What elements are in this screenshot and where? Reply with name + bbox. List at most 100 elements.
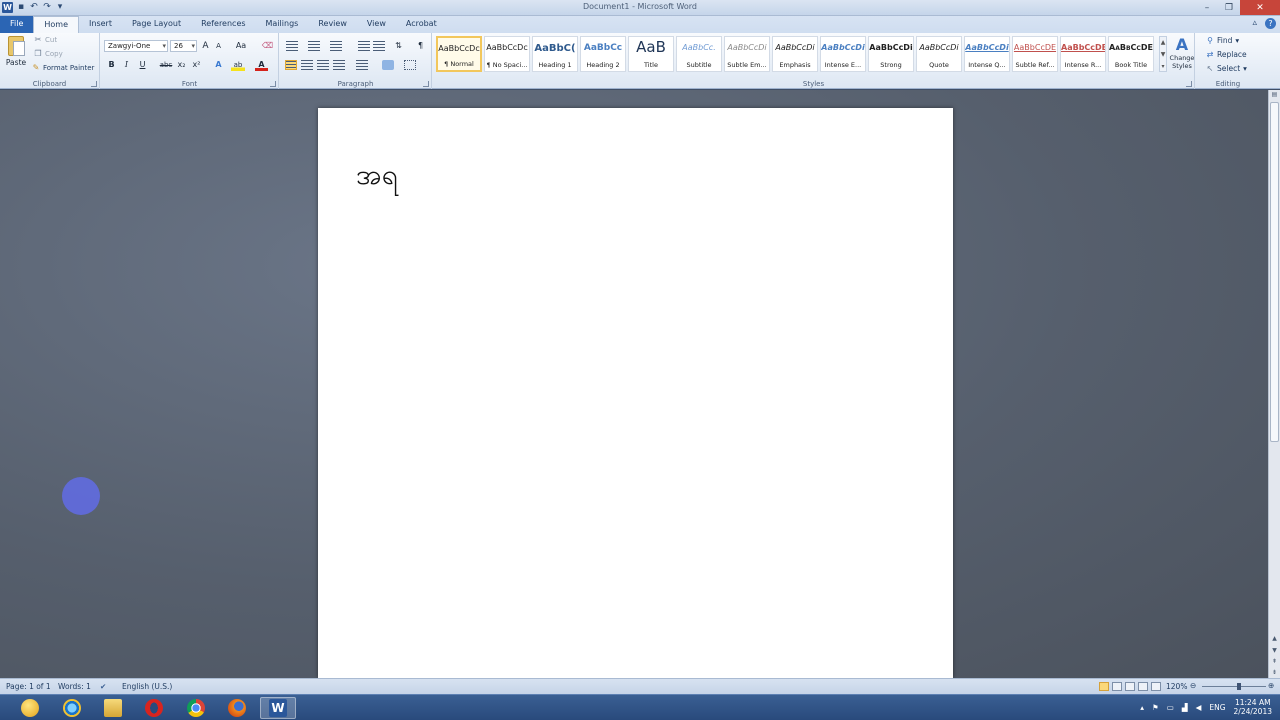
- change-case-button[interactable]: Aa: [233, 40, 249, 52]
- zoom-level[interactable]: 120%: [1166, 682, 1187, 691]
- word-count[interactable]: Words: 1: [58, 682, 91, 691]
- style-book-title[interactable]: AaBbCcDE Book Title: [1108, 36, 1154, 72]
- help-icon[interactable]: ?: [1265, 18, 1276, 29]
- minimize-ribbon-icon[interactable]: ▵: [1252, 18, 1257, 29]
- zoom-out-icon[interactable]: ⊖: [1190, 681, 1196, 690]
- italic-button[interactable]: I: [120, 59, 133, 71]
- web-layout-view-icon[interactable]: [1125, 682, 1135, 691]
- style-subtle-emphasis[interactable]: AaBbCcDi Subtle Em...: [724, 36, 770, 72]
- find-button[interactable]: ⚲ Find ▾: [1206, 36, 1239, 45]
- scrollbar-thumb[interactable]: [1270, 102, 1279, 442]
- tab-file[interactable]: File: [0, 16, 34, 33]
- network-signal-icon[interactable]: ▟: [1182, 703, 1188, 712]
- shrink-font-button[interactable]: A: [212, 40, 225, 52]
- maximize-button[interactable]: ❐: [1218, 0, 1240, 15]
- numbering-icon[interactable]: [308, 41, 320, 51]
- style-subtitle[interactable]: AaBbCc. Subtitle: [676, 36, 722, 72]
- language-indicator[interactable]: English (U.S.): [122, 682, 172, 691]
- style-quote[interactable]: AaBbCcDi Quote: [916, 36, 962, 72]
- format-painter-button[interactable]: ✎ Format Painter: [32, 64, 95, 73]
- tab-page-layout[interactable]: Page Layout: [122, 16, 191, 33]
- volume-icon[interactable]: ◀: [1196, 703, 1202, 712]
- bold-button[interactable]: B: [105, 59, 118, 71]
- monitor-icon[interactable]: ▭: [1167, 703, 1174, 712]
- proofing-icon[interactable]: ✔: [100, 682, 106, 691]
- align-left-icon[interactable]: [285, 60, 297, 70]
- clear-formatting-icon[interactable]: ⌫: [261, 40, 274, 52]
- clock[interactable]: 11:24 AM 2/24/2013: [1234, 698, 1272, 716]
- document-page[interactable]: အရ: [318, 108, 953, 678]
- page-count[interactable]: Page: 1 of 1: [6, 682, 51, 691]
- paste-button[interactable]: Paste: [4, 36, 28, 76]
- font-size-combo[interactable]: 26: [170, 40, 197, 52]
- print-layout-view-icon[interactable]: [1099, 682, 1109, 691]
- style-emphasis[interactable]: AaBbCcDi Emphasis: [772, 36, 818, 72]
- style-heading-2[interactable]: AaBbCc Heading 2: [580, 36, 626, 72]
- strikethrough-button[interactable]: abc: [158, 59, 174, 71]
- tab-home[interactable]: Home: [33, 16, 80, 33]
- draft-view-icon[interactable]: [1151, 682, 1161, 691]
- bullets-icon[interactable]: [286, 41, 298, 51]
- select-button[interactable]: ↖ Select ▾: [1206, 64, 1247, 73]
- style-heading-1[interactable]: AaBbC( Heading 1: [532, 36, 578, 72]
- decrease-indent-icon[interactable]: [358, 41, 370, 51]
- scroll-up-icon[interactable]: ▲: [1269, 634, 1280, 644]
- minimize-button[interactable]: –: [1196, 0, 1218, 15]
- show-formatting-button[interactable]: ¶: [414, 40, 427, 52]
- tab-references[interactable]: References: [191, 16, 255, 33]
- style-gallery-scroll[interactable]: ▲ ▼ ▾: [1159, 36, 1167, 72]
- sort-icon[interactable]: ⇅: [392, 40, 405, 52]
- style-subtle-reference[interactable]: AaBbCcDE Subtle Ref...: [1012, 36, 1058, 72]
- zoom-in-icon[interactable]: ⊕: [1268, 681, 1274, 690]
- ruler-toggle-icon[interactable]: ▤: [1269, 90, 1280, 100]
- paragraph-dialog-launcher-icon[interactable]: [423, 81, 429, 87]
- grow-font-button[interactable]: A: [199, 40, 212, 52]
- shading-icon[interactable]: [382, 60, 394, 70]
- chevron-down-icon[interactable]: ▼: [1160, 49, 1166, 61]
- align-right-icon[interactable]: [317, 60, 329, 70]
- style-intense-reference[interactable]: AaBbCcDE Intense R...: [1060, 36, 1106, 72]
- tab-acrobat[interactable]: Acrobat: [396, 16, 447, 33]
- multilevel-list-icon[interactable]: [330, 41, 342, 51]
- tab-view[interactable]: View: [357, 16, 396, 33]
- tab-insert[interactable]: Insert: [79, 16, 122, 33]
- subscript-button[interactable]: x₂: [175, 59, 188, 71]
- scroll-down-icon[interactable]: ▼: [1269, 646, 1280, 656]
- style-no-spacing[interactable]: AaBbCcDc ¶ No Spaci...: [484, 36, 530, 72]
- styles-dialog-launcher-icon[interactable]: [1186, 81, 1192, 87]
- font-name-combo[interactable]: Zawgyi-One: [104, 40, 168, 52]
- copy-button[interactable]: ❐ Copy: [34, 50, 62, 59]
- taskbar-messenger[interactable]: [12, 697, 48, 719]
- underline-button[interactable]: U: [136, 59, 149, 71]
- replace-button[interactable]: ⇄ Replace: [1206, 50, 1247, 59]
- font-color-button[interactable]: A: [255, 59, 268, 71]
- justify-icon[interactable]: [333, 60, 345, 70]
- action-center-flag-icon[interactable]: ⚑: [1152, 703, 1159, 712]
- taskbar-firefox[interactable]: [219, 697, 255, 719]
- style-normal[interactable]: AaBbCcDc ¶ Normal: [436, 36, 482, 72]
- change-styles-button[interactable]: A Change Styles: [1169, 36, 1195, 71]
- taskbar-chrome[interactable]: [178, 697, 214, 719]
- line-spacing-icon[interactable]: [356, 60, 368, 70]
- next-page-icon[interactable]: ⇟: [1269, 668, 1280, 678]
- taskbar-opera[interactable]: [136, 697, 172, 719]
- more-styles-icon[interactable]: ▾: [1160, 61, 1166, 73]
- show-hidden-icons-icon[interactable]: ▴: [1140, 703, 1144, 712]
- taskbar-internet-explorer[interactable]: [54, 697, 90, 719]
- style-intense-emphasis[interactable]: AaBbCcDi Intense E...: [820, 36, 866, 72]
- clipboard-dialog-launcher-icon[interactable]: [91, 81, 97, 87]
- tab-mailings[interactable]: Mailings: [256, 16, 309, 33]
- outline-view-icon[interactable]: [1138, 682, 1148, 691]
- increase-indent-icon[interactable]: [373, 41, 385, 51]
- style-title[interactable]: AaB Title: [628, 36, 674, 72]
- full-screen-reading-view-icon[interactable]: [1112, 682, 1122, 691]
- zoom-slider-knob[interactable]: [1237, 683, 1242, 690]
- font-dialog-launcher-icon[interactable]: [270, 81, 276, 87]
- previous-page-icon[interactable]: ⇞: [1269, 657, 1280, 667]
- close-button[interactable]: ✕: [1240, 0, 1280, 15]
- highlight-color-button[interactable]: ab: [231, 59, 245, 71]
- document-text[interactable]: အရ: [356, 156, 398, 198]
- tab-review[interactable]: Review: [308, 16, 357, 33]
- chevron-up-icon[interactable]: ▲: [1160, 37, 1166, 49]
- style-strong[interactable]: AaBbCcDi Strong: [868, 36, 914, 72]
